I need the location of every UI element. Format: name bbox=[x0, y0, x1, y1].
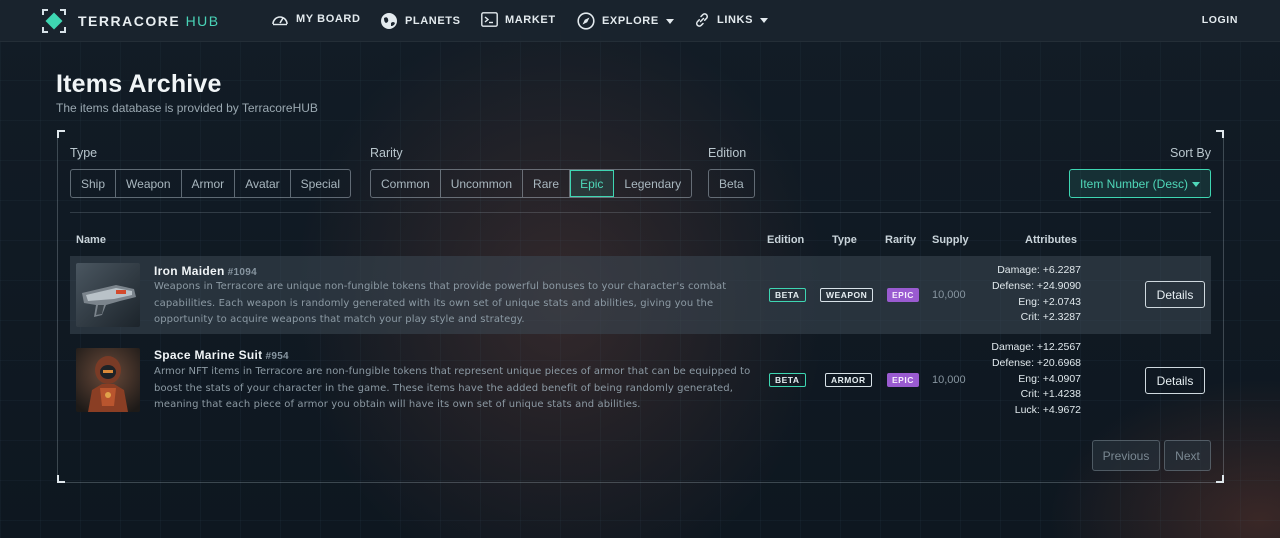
column-header-attributes: Attributes bbox=[1025, 234, 1077, 246]
terracore-logo-icon bbox=[42, 9, 66, 33]
sort-by-select[interactable]: Item Number (Desc) bbox=[1069, 169, 1211, 198]
item-number: #954 bbox=[265, 351, 289, 362]
sort-by-value: Item Number (Desc) bbox=[1080, 176, 1189, 191]
attributes-list: Damage: +6.2287 Defense: +24.9090 Eng: +… bbox=[992, 263, 1081, 326]
link-icon bbox=[696, 13, 708, 27]
column-header-rarity: Rarity bbox=[885, 234, 917, 246]
type-badge: WEAPON bbox=[820, 288, 874, 302]
rarity-badge: EPIC bbox=[887, 373, 919, 387]
edition-filter-group: Beta bbox=[708, 169, 755, 198]
attribute-eng: Eng: +2.0743 bbox=[1018, 295, 1081, 308]
next-page-button[interactable]: Next bbox=[1164, 440, 1211, 471]
nav-explore[interactable]: EXPLORE bbox=[577, 12, 674, 30]
nav-links[interactable]: LINKS bbox=[694, 12, 768, 28]
nav-my-board[interactable]: MY BOARD bbox=[271, 12, 361, 26]
column-header-edition: Edition bbox=[767, 234, 805, 246]
filter-rarity-epic[interactable]: Epic bbox=[570, 170, 615, 197]
supply-value: 10,000 bbox=[932, 289, 966, 301]
edition-badge: BETA bbox=[769, 288, 806, 302]
page-title: Items Archive bbox=[56, 70, 222, 98]
filter-type-weapon[interactable]: Weapon bbox=[116, 170, 182, 197]
sort-by-label: Sort By bbox=[1170, 146, 1211, 160]
item-name: Space Marine Suit #954 bbox=[154, 348, 289, 362]
brand[interactable]: TERRACORE HUB bbox=[42, 9, 220, 33]
type-badge: ARMOR bbox=[825, 373, 872, 387]
attribute-damage: Damage: +12.2567 bbox=[991, 341, 1081, 353]
table-row[interactable]: Iron Maiden #1094 Weapons in Terracore ar… bbox=[70, 256, 1211, 334]
rarity-filter-group: Common Uncommon Rare Epic Legendary bbox=[370, 169, 693, 198]
table-row[interactable]: Space Marine Suit #954 Armor NFT items in… bbox=[70, 340, 1211, 422]
type-filter-label: Type bbox=[70, 146, 98, 160]
previous-page-button[interactable]: Previous bbox=[1092, 440, 1160, 471]
attribute-damage: Damage: +6.2287 bbox=[997, 264, 1081, 276]
chevron-down-icon bbox=[760, 17, 768, 23]
attribute-crit: Crit: +1.4238 bbox=[1020, 388, 1081, 401]
attribute-defense: Defense: +20.6968 bbox=[991, 356, 1081, 369]
rarity-badge: EPIC bbox=[887, 288, 919, 302]
attribute-defense: Defense: +24.9090 bbox=[991, 279, 1081, 292]
item-number: #1094 bbox=[227, 267, 257, 278]
page-subtitle: The items database is provided by Terrac… bbox=[56, 101, 318, 115]
attribute-crit: Crit: +2.3287 bbox=[1020, 311, 1081, 324]
chevron-down-icon bbox=[665, 18, 674, 24]
type-filter-group: Ship Weapon Armor Avatar Special bbox=[70, 169, 352, 198]
attribute-luck: Luck: +4.9672 bbox=[1014, 404, 1081, 417]
dashboard-icon bbox=[272, 16, 288, 26]
item-thumbnail bbox=[76, 263, 140, 327]
filter-type-avatar[interactable]: Avatar bbox=[235, 170, 291, 197]
nav-market[interactable]: MARKET bbox=[481, 12, 556, 27]
item-name: Iron Maiden #1094 bbox=[154, 264, 257, 278]
attribute-eng: Eng: +4.0907 bbox=[1018, 372, 1081, 385]
details-button[interactable]: Details bbox=[1145, 281, 1205, 308]
column-header-type: Type bbox=[832, 234, 857, 246]
item-description: Weapons in Terracore are unique non-fung… bbox=[154, 281, 727, 325]
supply-value: 10,000 bbox=[932, 374, 966, 386]
item-thumbnail bbox=[76, 348, 140, 412]
edition-filter-label: Edition bbox=[708, 146, 747, 160]
filter-rarity-common[interactable]: Common bbox=[371, 170, 441, 197]
filter-type-ship[interactable]: Ship bbox=[71, 170, 117, 197]
filter-edition-beta[interactable]: Beta bbox=[709, 170, 754, 197]
login-link[interactable]: LOGIN bbox=[1202, 14, 1238, 26]
filter-rarity-uncommon[interactable]: Uncommon bbox=[441, 170, 524, 197]
item-description: Armor NFT items in Terracore are non-fun… bbox=[154, 366, 751, 410]
filter-rarity-rare[interactable]: Rare bbox=[523, 170, 571, 197]
nav-planets[interactable]: PLANETS bbox=[380, 12, 461, 30]
details-button[interactable]: Details bbox=[1145, 367, 1205, 394]
globe-icon bbox=[381, 13, 397, 29]
top-navbar: TERRACORE HUB MY BOARD PLANETS MARKET EX… bbox=[0, 0, 1280, 42]
filter-rarity-legendary[interactable]: Legendary bbox=[614, 170, 691, 197]
attributes-list: Damage: +12.2567 Defense: +20.6968 Eng: … bbox=[991, 340, 1081, 419]
compass-icon bbox=[577, 12, 595, 30]
filter-type-special[interactable]: Special bbox=[291, 170, 350, 197]
brand-name: TERRACORE HUB bbox=[78, 13, 220, 29]
terminal-icon bbox=[481, 12, 498, 27]
filter-type-armor[interactable]: Armor bbox=[182, 170, 236, 197]
edition-badge: BETA bbox=[769, 373, 806, 387]
chevron-down-icon bbox=[1192, 182, 1200, 187]
column-header-supply: Supply bbox=[932, 234, 969, 246]
column-header-name: Name bbox=[76, 234, 106, 246]
rarity-filter-label: Rarity bbox=[370, 146, 403, 160]
divider bbox=[70, 212, 1211, 213]
